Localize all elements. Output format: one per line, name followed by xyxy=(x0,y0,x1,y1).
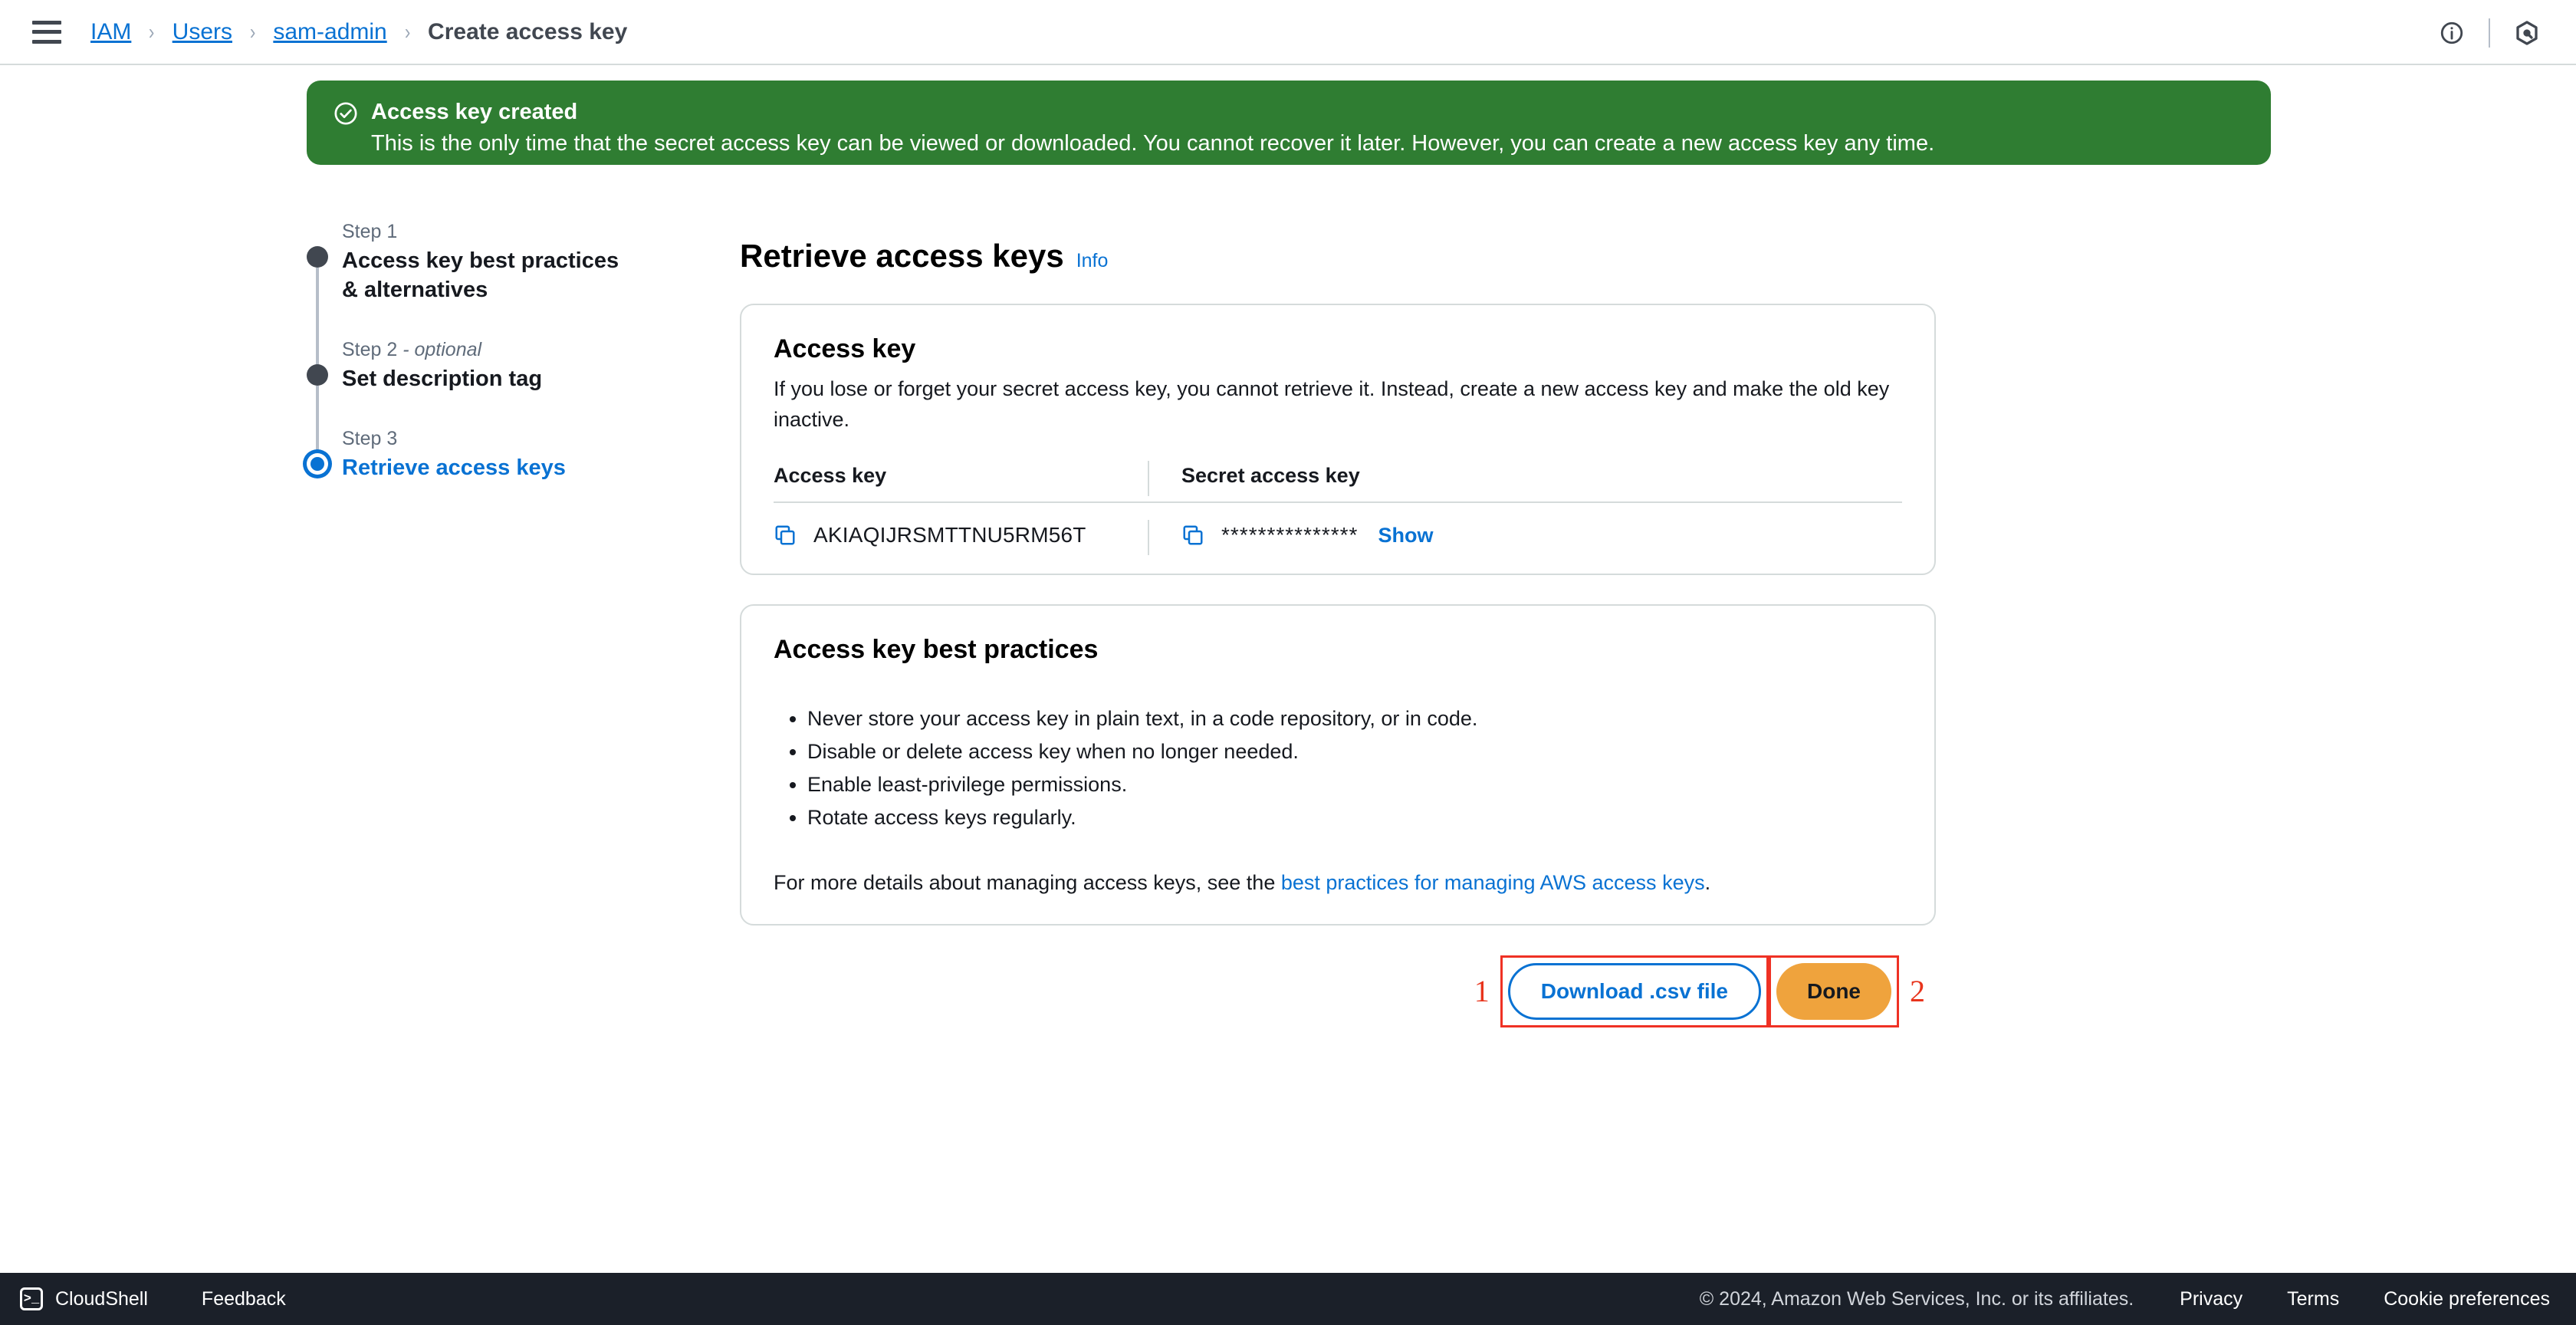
best-practices-card-title: Access key best practices xyxy=(774,635,1099,664)
copy-access-key-icon[interactable] xyxy=(774,524,797,547)
page-footer: >_ CloudShell Feedback © 2024, Amazon We… xyxy=(0,1273,2576,1325)
wizard-step-3[interactable]: Step 3 Retrieve access keys xyxy=(307,426,636,482)
best-practices-list: Never store your access key in plain tex… xyxy=(774,703,1902,833)
main-content: Retrieve access keys Info Access key If … xyxy=(740,238,1936,926)
show-secret-key-link[interactable]: Show xyxy=(1378,524,1433,547)
toolbar-divider xyxy=(2489,18,2490,48)
best-practices-footer-prefix: For more details about managing access k… xyxy=(774,871,1281,894)
annotation-number-2: 2 xyxy=(1910,974,1925,1008)
info-circle-icon[interactable] xyxy=(2429,10,2475,56)
wizard-action-bar: 1 Download .csv file Done 2 xyxy=(740,955,1936,1027)
access-key-card: Access key If you lose or forget your se… xyxy=(740,304,1936,575)
page-header: Retrieve access keys Info xyxy=(740,238,1936,275)
access-key-value: AKIAQIJRSMTTNU5RM56T xyxy=(813,523,1086,547)
secret-access-key-masked-value: *************** xyxy=(1221,523,1359,547)
step-2-number-text: Step 2 xyxy=(342,339,398,360)
download-csv-button[interactable]: Download .csv file xyxy=(1507,963,1761,1020)
step-1-title[interactable]: Access key best practices & alternatives xyxy=(342,246,636,304)
annotation-box-download: Download .csv file xyxy=(1500,955,1769,1027)
list-item: Never store your access key in plain tex… xyxy=(807,703,1902,735)
step-3-number: Step 3 xyxy=(342,428,398,449)
access-key-card-title: Access key xyxy=(774,334,916,363)
annotation-number-1: 1 xyxy=(1474,974,1490,1008)
feedback-button[interactable]: Feedback xyxy=(202,1288,286,1310)
access-key-table: Access key Secret access key AKIAQIJRSMT… xyxy=(774,461,1902,555)
step-2-title[interactable]: Set description tag xyxy=(342,364,636,393)
best-practices-doc-link[interactable]: best practices for managing AWS access k… xyxy=(1281,871,1705,894)
access-key-table-row: AKIAQIJRSMTTNU5RM56T *************** Sho… xyxy=(774,503,1902,555)
list-item: Enable least-privilege permissions. xyxy=(807,769,1902,801)
terms-link[interactable]: Terms xyxy=(2287,1288,2339,1310)
success-flash-banner: Access key created This is the only time… xyxy=(307,81,2271,165)
access-key-table-header: Access key Secret access key xyxy=(774,461,1902,503)
page-title: Retrieve access keys xyxy=(740,238,1064,274)
aws-q-hexagon-icon[interactable] xyxy=(2504,10,2550,56)
copyright-text: © 2024, Amazon Web Services, Inc. or its… xyxy=(1699,1287,2134,1310)
hamburger-menu-icon[interactable] xyxy=(32,20,61,44)
top-navigation-bar: IAM › Users › sam-admin › Create access … xyxy=(0,0,2576,65)
annotation-box-done: Done xyxy=(1769,955,1899,1027)
step-1-number: Step 1 xyxy=(342,221,398,242)
best-practices-footer-suffix: . xyxy=(1704,871,1711,894)
breadcrumb-separator: › xyxy=(149,19,155,44)
column-header-access-key: Access key xyxy=(774,464,887,487)
breadcrumb-item-current: Create access key xyxy=(428,18,628,44)
list-item: Rotate access keys regularly. xyxy=(807,802,1902,833)
copy-secret-access-key-icon[interactable] xyxy=(1181,524,1204,547)
cloudshell-terminal-icon[interactable]: >_ xyxy=(20,1287,43,1310)
wizard-step-1[interactable]: Step 1 Access key best practices & alter… xyxy=(307,219,636,366)
breadcrumb-separator: › xyxy=(249,19,256,44)
done-button[interactable]: Done xyxy=(1776,963,1891,1020)
flash-message: This is the only time that the secret ac… xyxy=(371,131,1935,156)
breadcrumb-separator: › xyxy=(404,19,411,44)
page-info-link[interactable]: Info xyxy=(1076,250,1109,272)
access-key-card-description: If you lose or forget your secret access… xyxy=(774,377,1890,431)
step-2-number: Step 2 - optional xyxy=(342,337,636,363)
best-practices-footer: For more details about managing access k… xyxy=(774,867,1902,898)
cloudshell-button[interactable]: CloudShell xyxy=(55,1288,148,1310)
column-header-secret-access-key: Secret access key xyxy=(1181,464,1360,487)
breadcrumb-item-sam-admin[interactable]: sam-admin xyxy=(273,19,386,45)
step-3-title[interactable]: Retrieve access keys xyxy=(342,453,636,482)
top-bar-actions xyxy=(2429,0,2550,65)
step-marker-2 xyxy=(307,364,328,386)
step-marker-3-active xyxy=(310,457,324,471)
breadcrumb-item-iam[interactable]: IAM xyxy=(90,19,131,45)
step-2-optional-text: - optional xyxy=(397,339,482,360)
privacy-link[interactable]: Privacy xyxy=(2180,1288,2242,1310)
wizard-step-2[interactable]: Step 2 - optional Set description tag xyxy=(307,337,636,472)
wizard-step-navigation: Step 1 Access key best practices & alter… xyxy=(307,219,636,482)
check-circle-icon xyxy=(333,100,359,127)
step-marker-1 xyxy=(307,246,328,268)
flash-title: Access key created xyxy=(371,100,578,124)
breadcrumb: IAM › Users › sam-admin › Create access … xyxy=(90,19,627,45)
list-item: Disable or delete access key when no lon… xyxy=(807,736,1902,768)
breadcrumb-item-users[interactable]: Users xyxy=(172,19,232,45)
best-practices-card: Access key best practices Never store yo… xyxy=(740,604,1936,926)
cookie-preferences-link[interactable]: Cookie preferences xyxy=(2384,1288,2550,1310)
